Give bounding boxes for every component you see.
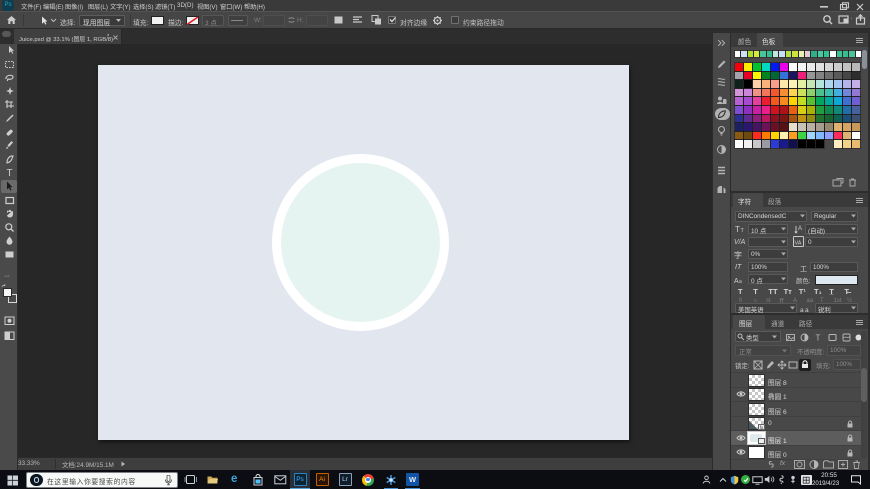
svg-text:V/A: V/A [734, 239, 745, 246]
svg-text:VA: VA [795, 240, 802, 246]
svg-text:T: T [816, 334, 821, 343]
svg-text:A: A [798, 226, 802, 232]
svg-text:a: a [800, 307, 804, 314]
svg-text:T: T [6, 168, 12, 178]
svg-text:字: 字 [734, 250, 742, 260]
svg-text:a: a [739, 279, 742, 285]
svg-text:a: a [805, 307, 809, 314]
